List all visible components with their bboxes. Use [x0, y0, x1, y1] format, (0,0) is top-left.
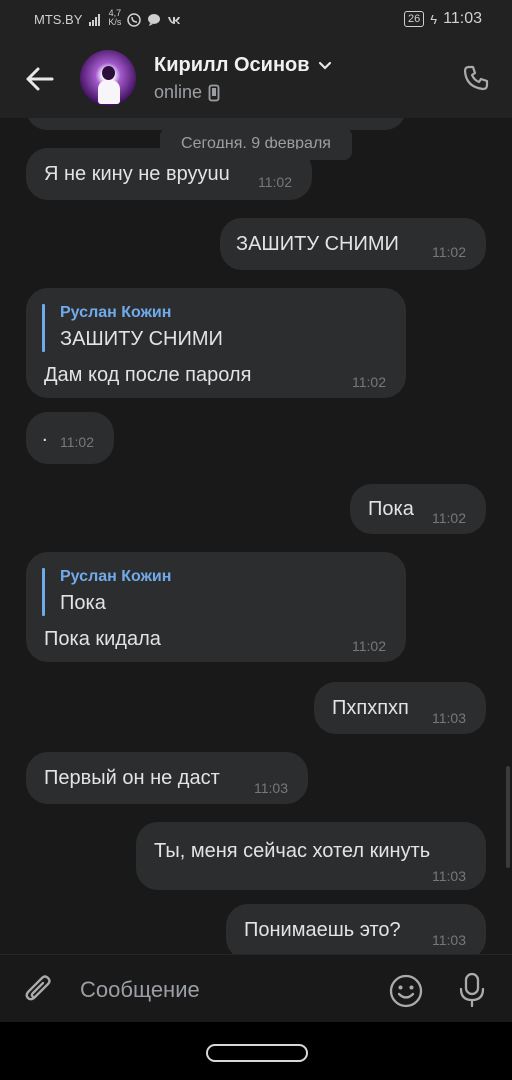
- message-incoming-reply[interactable]: Руслан Кожин Пока Пока кидала 11:02: [26, 552, 406, 662]
- message-time: 11:02: [432, 244, 466, 260]
- message-incoming-reply[interactable]: Руслан Кожин ЗАШИТУ СНИМИ Дам код после …: [26, 288, 406, 398]
- paperclip-icon[interactable]: [22, 973, 56, 1007]
- phone-call-icon[interactable]: [462, 64, 490, 92]
- message-text: ЗАШИТУ СНИМИ: [236, 233, 399, 255]
- message-time: 11:02: [352, 638, 386, 654]
- message-input[interactable]: [80, 973, 370, 1007]
- viber-icon: [127, 12, 142, 27]
- message-outgoing[interactable]: Понимаешь это? 11:03: [226, 904, 486, 954]
- reply-quoted-text: ЗАШИТУ СНИМИ: [60, 328, 223, 350]
- message-time: 11:03: [254, 780, 288, 796]
- signal-icon: [89, 13, 101, 26]
- reply-quote-bar: [42, 568, 45, 616]
- home-gesture-bar[interactable]: [206, 1044, 308, 1062]
- back-arrow-icon[interactable]: [22, 62, 56, 96]
- message-text: Первый он не даст: [44, 767, 220, 789]
- battery-indicator: 26: [404, 11, 425, 27]
- message-time: 11:02: [60, 434, 94, 450]
- message-outgoing[interactable]: Пока 11:02: [350, 484, 486, 534]
- message-time: 11:02: [258, 174, 292, 190]
- message-list[interactable]: Сегодня, 9 февраля Я не кину не врууuu 1…: [0, 118, 512, 954]
- clock: 11:03: [443, 10, 482, 27]
- message-outgoing[interactable]: Ты, меня сейчас хотел кинуть 11:03: [136, 822, 486, 890]
- contact-name-text: Кирилл Осинов: [154, 54, 310, 76]
- reply-author: Руслан Кожин: [60, 304, 172, 321]
- network-speed: 4,7 K/s: [108, 8, 122, 27]
- carrier-label: MTS.BY: [34, 12, 83, 27]
- emoji-icon[interactable]: [388, 973, 424, 1009]
- message-text: Понимаешь это?: [244, 919, 401, 941]
- phone-device-icon: [208, 84, 220, 101]
- status-text: online: [154, 82, 203, 102]
- message-text: Я не кину не врууuu: [44, 163, 230, 185]
- message-text: Пхпхпхп: [332, 697, 409, 719]
- chevron-down-icon: [318, 61, 331, 70]
- battery-level: 26: [408, 13, 421, 25]
- message-incoming[interactable]: Первый он не даст 11:03: [26, 752, 308, 804]
- avatar-head: [102, 66, 115, 80]
- message-text: Пока: [368, 498, 414, 520]
- vk-icon: [168, 16, 181, 24]
- message-composer: [0, 954, 512, 1023]
- message-outgoing[interactable]: Пхпхпхп 11:03: [314, 682, 486, 734]
- charging-icon: ϟ: [430, 11, 438, 27]
- system-nav-bar: [0, 1022, 512, 1080]
- reply-quote-bar: [42, 304, 45, 352]
- message-text: Дам код после пароля: [44, 364, 252, 386]
- message-incoming[interactable]: Я не кину не врууuu 11:02: [26, 148, 312, 200]
- avatar-figure: [98, 80, 120, 104]
- message-time: 11:03: [432, 868, 466, 884]
- contact-name[interactable]: Кирилл Осинов: [154, 54, 332, 77]
- message-time: 11:03: [432, 710, 466, 726]
- message-text: .: [42, 424, 48, 446]
- scrollbar[interactable]: [506, 766, 510, 868]
- message-time: 11:02: [432, 510, 466, 526]
- status-bar: MTS.BY 4,7 K/s 26 ϟ 11:03: [0, 0, 512, 40]
- reply-author: Руслан Кожин: [60, 568, 172, 585]
- message-time: 11:02: [352, 374, 386, 390]
- chat-bubble-icon: [148, 13, 161, 26]
- avatar[interactable]: [80, 50, 136, 106]
- reply-quoted-text: Пока: [60, 592, 106, 614]
- contact-status: online: [154, 82, 220, 103]
- message-text: Пока кидала: [44, 628, 161, 650]
- speed-unit: K/s: [108, 16, 122, 27]
- message-outgoing[interactable]: ЗАШИТУ СНИМИ 11:02: [220, 218, 486, 270]
- chat-header: Кирилл Осинов online: [0, 40, 512, 118]
- message-time: 11:03: [432, 932, 466, 948]
- microphone-icon[interactable]: [456, 971, 488, 1009]
- message-incoming[interactable]: . 11:02: [26, 412, 114, 464]
- message-text: Ты, меня сейчас хотел кинуть: [154, 840, 431, 862]
